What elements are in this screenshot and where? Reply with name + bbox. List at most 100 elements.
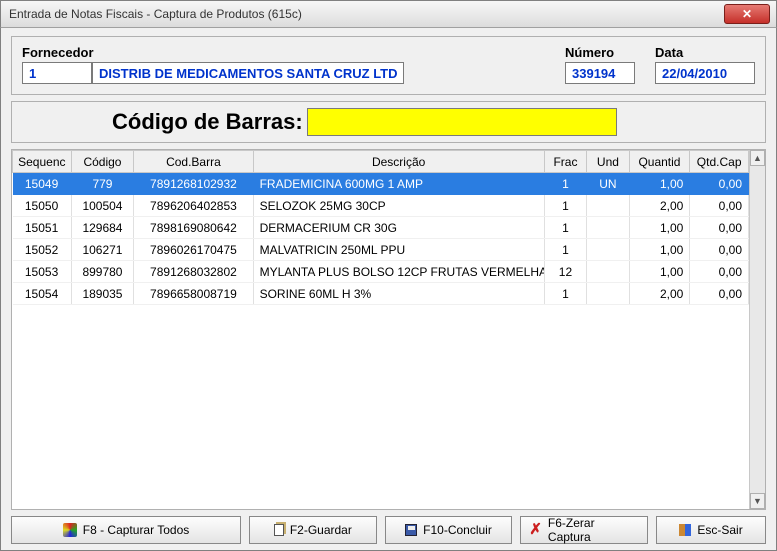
numero-label: Número: [565, 45, 635, 60]
cell-und: [587, 217, 629, 239]
finish-button[interactable]: F10-Concluir: [385, 516, 513, 544]
close-button[interactable]: ✕: [724, 4, 770, 24]
client-area: Fornecedor Número Data Código de Barras:: [0, 28, 777, 551]
window-title: Entrada de Notas Fiscais - Captura de Pr…: [9, 7, 302, 21]
products-table: Sequenc Código Cod.Barra Descrição Frac …: [12, 150, 749, 305]
table-row[interactable]: 150511296847898169080642DERMACERIUM CR 3…: [13, 217, 749, 239]
header-row: Fornecedor Número Data: [22, 45, 755, 84]
barcode-groupbox: Código de Barras:: [11, 101, 766, 143]
col-quant[interactable]: Quantid: [629, 151, 690, 173]
cell-desc: SELOZOK 25MG 30CP: [253, 195, 544, 217]
exit-button[interactable]: Esc-Sair: [656, 516, 766, 544]
table-row[interactable]: 150541890357896658008719SORINE 60ML H 3%…: [13, 283, 749, 305]
cell-und: [587, 283, 629, 305]
cell-cod: 100504: [71, 195, 134, 217]
finish-label: F10-Concluir: [423, 523, 492, 537]
cell-und: [587, 239, 629, 261]
cell-barra: 7891268032802: [134, 261, 253, 283]
numero-field: Número: [565, 45, 635, 84]
cell-cap: 0,00: [690, 217, 749, 239]
cell-quant: 1,00: [629, 173, 690, 195]
fornecedor-field: Fornecedor: [22, 45, 404, 84]
cell-desc: FRADEMICINA 600MG 1 AMP: [253, 173, 544, 195]
cell-frac: 12: [544, 261, 586, 283]
cell-cod: 106271: [71, 239, 134, 261]
data-label: Data: [655, 45, 755, 60]
cell-cod: 129684: [71, 217, 134, 239]
cell-barra: 7896026170475: [134, 239, 253, 261]
cell-seq: 15050: [13, 195, 72, 217]
cell-frac: 1: [544, 239, 586, 261]
cell-seq: 15053: [13, 261, 72, 283]
cell-frac: 1: [544, 283, 586, 305]
data-input[interactable]: [655, 62, 755, 84]
vertical-scrollbar[interactable]: ▲ ▼: [749, 150, 765, 509]
col-desc[interactable]: Descrição: [253, 151, 544, 173]
table-header-row: Sequenc Código Cod.Barra Descrição Frac …: [13, 151, 749, 173]
cell-frac: 1: [544, 217, 586, 239]
cell-desc: MYLANTA PLUS BOLSO 12CP FRUTAS VERMELHA: [253, 261, 544, 283]
cell-frac: 1: [544, 195, 586, 217]
cell-seq: 15052: [13, 239, 72, 261]
fornecedor-code-input[interactable]: [22, 62, 92, 84]
clear-label: F6-Zerar Captura: [548, 516, 639, 544]
cell-frac: 1: [544, 173, 586, 195]
col-cap[interactable]: Qtd.Cap: [690, 151, 749, 173]
table-row[interactable]: 150538997807891268032802MYLANTA PLUS BOL…: [13, 261, 749, 283]
close-icon: ✕: [742, 7, 752, 21]
capture-all-label: F8 - Capturar Todos: [83, 523, 190, 537]
cell-quant: 2,00: [629, 195, 690, 217]
cell-cap: 0,00: [690, 239, 749, 261]
col-barra[interactable]: Cod.Barra: [134, 151, 253, 173]
products-table-wrap: Sequenc Código Cod.Barra Descrição Frac …: [11, 149, 766, 510]
cell-desc: SORINE 60ML H 3%: [253, 283, 544, 305]
scroll-up-icon[interactable]: ▲: [750, 150, 765, 166]
table-row[interactable]: 150501005047896206402853SELOZOK 25MG 30C…: [13, 195, 749, 217]
cell-desc: DERMACERIUM CR 30G: [253, 217, 544, 239]
clear-button[interactable]: ✗ F6-Zerar Captura: [520, 516, 648, 544]
table-row[interactable]: 150521062717896026170475MALVATRICIN 250M…: [13, 239, 749, 261]
cell-cap: 0,00: [690, 283, 749, 305]
title-bar: Entrada de Notas Fiscais - Captura de Pr…: [0, 0, 777, 28]
cell-und: UN: [587, 173, 629, 195]
cell-barra: 7896206402853: [134, 195, 253, 217]
cell-seq: 15049: [13, 173, 72, 195]
fornecedor-name-input[interactable]: [92, 62, 404, 84]
fornecedor-label: Fornecedor: [22, 45, 404, 60]
cell-und: [587, 195, 629, 217]
col-und[interactable]: Und: [587, 151, 629, 173]
save-label: F2-Guardar: [290, 523, 352, 537]
barcode-input[interactable]: [307, 108, 617, 136]
cell-seq: 15051: [13, 217, 72, 239]
cell-barra: 7896658008719: [134, 283, 253, 305]
exit-icon: [679, 524, 691, 536]
save-button[interactable]: F2-Guardar: [249, 516, 377, 544]
cell-barra: 7898169080642: [134, 217, 253, 239]
col-seq[interactable]: Sequenc: [13, 151, 72, 173]
disk-icon: [405, 524, 417, 536]
header-groupbox: Fornecedor Número Data: [11, 36, 766, 95]
numero-input[interactable]: [565, 62, 635, 84]
cell-cap: 0,00: [690, 261, 749, 283]
cell-seq: 15054: [13, 283, 72, 305]
scroll-down-icon[interactable]: ▼: [750, 493, 765, 509]
capture-all-button[interactable]: F8 - Capturar Todos: [11, 516, 241, 544]
cell-cod: 189035: [71, 283, 134, 305]
cell-quant: 1,00: [629, 261, 690, 283]
col-cod[interactable]: Código: [71, 151, 134, 173]
cell-quant: 2,00: [629, 283, 690, 305]
cell-cap: 0,00: [690, 195, 749, 217]
cell-cod: 779: [71, 173, 134, 195]
exit-label: Esc-Sair: [697, 523, 742, 537]
table-row[interactable]: 150497797891268102932FRADEMICINA 600MG 1…: [13, 173, 749, 195]
save-icon: [274, 524, 284, 536]
cell-cap: 0,00: [690, 173, 749, 195]
cell-barra: 7891268102932: [134, 173, 253, 195]
cell-quant: 1,00: [629, 217, 690, 239]
cell-cod: 899780: [71, 261, 134, 283]
cell-quant: 1,00: [629, 239, 690, 261]
barcode-label: Código de Barras:: [112, 109, 303, 135]
capture-icon: [63, 523, 77, 537]
col-frac[interactable]: Frac: [544, 151, 586, 173]
data-field: Data: [655, 45, 755, 84]
